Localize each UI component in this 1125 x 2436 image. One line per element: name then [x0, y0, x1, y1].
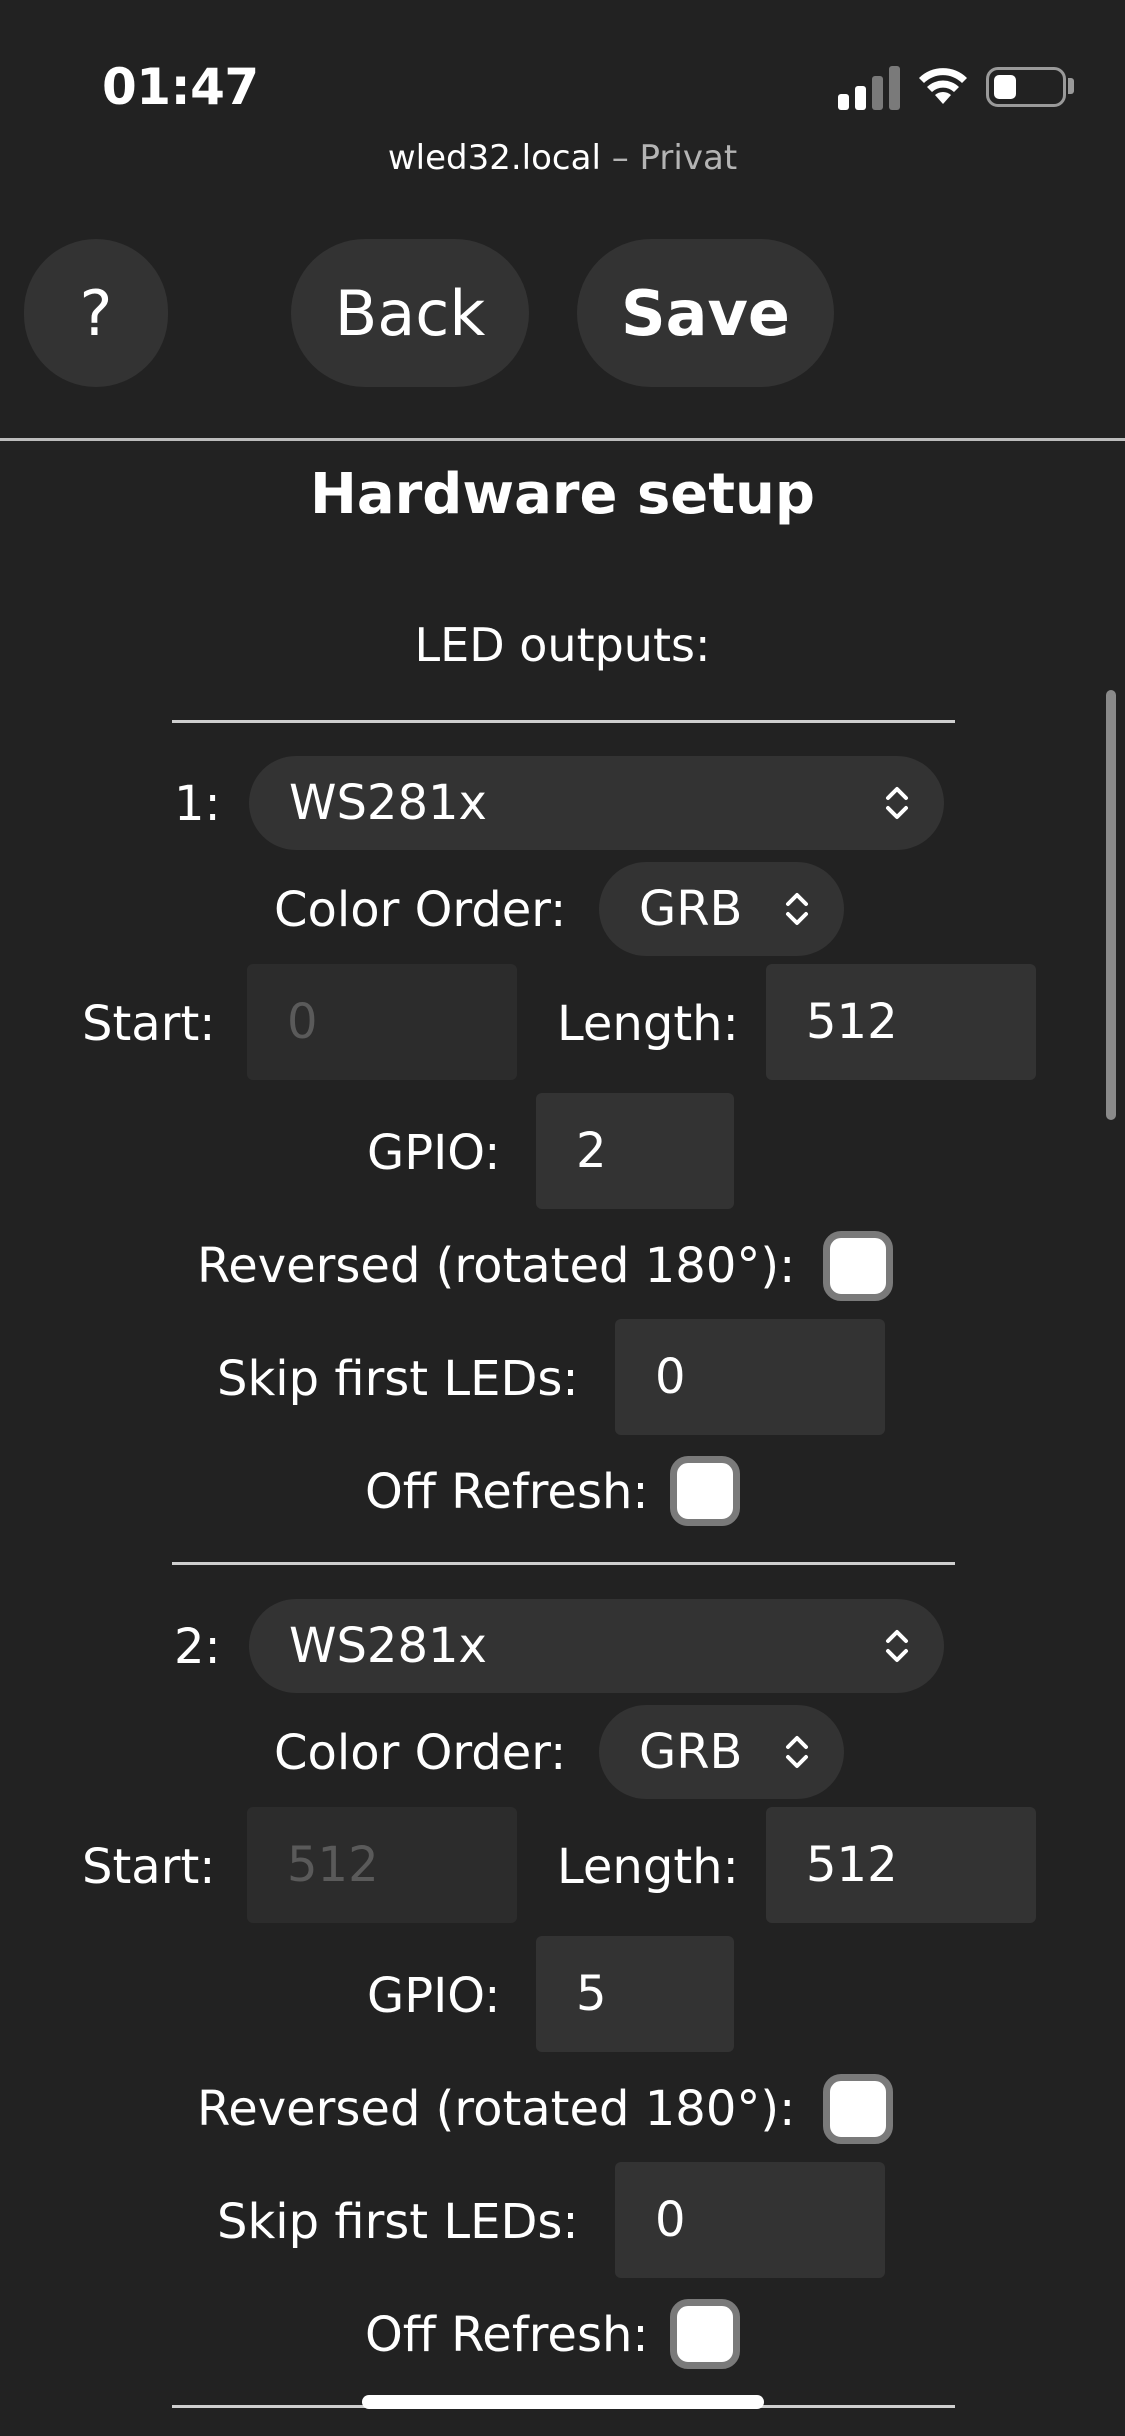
url-host: wled32.local: [387, 138, 601, 178]
color-order-select[interactable]: GRB: [599, 1705, 844, 1799]
color-order-value: GRB: [639, 881, 743, 937]
skip-first-leds-input[interactable]: 0: [615, 1319, 885, 1435]
color-order-select[interactable]: GRB: [599, 862, 844, 956]
start-label: Start:: [82, 996, 216, 1052]
reversed-checkbox[interactable]: [823, 2074, 893, 2144]
start-input[interactable]: 512: [247, 1807, 517, 1923]
battery-tip: [1068, 78, 1074, 94]
output-index: 2:: [174, 1619, 221, 1675]
private-mode-label: Privat: [639, 138, 738, 178]
chevron-up-down-icon: [886, 787, 908, 819]
reversed-label: Reversed (rotated 180°):: [197, 2081, 796, 2137]
chevron-up-down-icon: [786, 893, 808, 925]
battery-icon: [986, 67, 1066, 107]
color-order-value: GRB: [639, 1724, 743, 1780]
output-index: 1:: [174, 776, 221, 832]
chevron-up-down-icon: [786, 1736, 808, 1768]
led-type-select[interactable]: WS281x: [249, 1599, 944, 1693]
help-button[interactable]: ?: [24, 239, 168, 387]
skip-first-leds-input[interactable]: 0: [615, 2162, 885, 2278]
led-type-value: WS281x: [289, 775, 487, 831]
back-button[interactable]: Back: [291, 239, 529, 387]
off-refresh-label: Off Refresh:: [365, 2307, 649, 2363]
cellular-signal-icon: [838, 66, 900, 110]
skip-first-leds-label: Skip first LEDs:: [217, 2194, 579, 2250]
status-time: 01:47: [102, 58, 259, 116]
length-label: Length:: [557, 996, 739, 1052]
skip-first-leds-label: Skip first LEDs:: [217, 1351, 579, 1407]
start-label: Start:: [82, 1839, 216, 1895]
start-input[interactable]: 0: [247, 964, 517, 1080]
save-button[interactable]: Save: [577, 239, 834, 387]
gpio-label: GPIO:: [367, 1125, 501, 1181]
scrollbar[interactable]: [1106, 690, 1116, 1120]
length-input[interactable]: 512: [766, 964, 1036, 1080]
url-separator: –: [611, 138, 629, 178]
off-refresh-label: Off Refresh:: [365, 1464, 649, 1520]
led-outputs-heading: LED outputs:: [414, 618, 711, 672]
reversed-checkbox[interactable]: [823, 1231, 893, 1301]
gpio-label: GPIO:: [367, 1968, 501, 2024]
divider: [172, 1562, 955, 1565]
wifi-icon: [916, 64, 970, 110]
chevron-up-down-icon: [886, 1630, 908, 1662]
home-indicator[interactable]: [362, 2395, 764, 2409]
page-title: Hardware setup: [309, 462, 815, 527]
length-input[interactable]: 512: [766, 1807, 1036, 1923]
reversed-label: Reversed (rotated 180°):: [197, 1238, 796, 1294]
address-bar[interactable]: wled32.local – Privat: [0, 138, 1125, 178]
gpio-input[interactable]: 5: [536, 1936, 734, 2052]
divider: [172, 720, 955, 723]
gpio-input[interactable]: 2: [536, 1093, 734, 1209]
color-order-label: Color Order:: [274, 882, 567, 938]
toolbar-divider: [0, 438, 1125, 441]
length-label: Length:: [557, 1839, 739, 1895]
led-type-select[interactable]: WS281x: [249, 756, 944, 850]
led-type-value: WS281x: [289, 1618, 487, 1674]
color-order-label: Color Order:: [274, 1725, 567, 1781]
off-refresh-checkbox[interactable]: [670, 1456, 740, 1526]
off-refresh-checkbox[interactable]: [670, 2299, 740, 2369]
